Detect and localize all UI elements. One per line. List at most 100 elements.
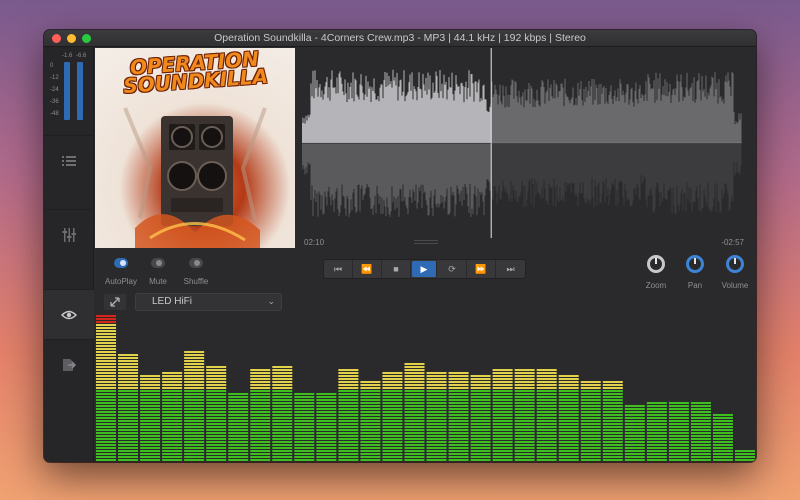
led-segment bbox=[558, 381, 579, 383]
sidebar-item-playlist[interactable] bbox=[44, 135, 94, 185]
led-segment bbox=[624, 435, 645, 437]
led-segment bbox=[206, 399, 227, 401]
led-segment bbox=[294, 426, 315, 428]
led-segment bbox=[272, 414, 293, 416]
led-segment bbox=[250, 372, 271, 374]
led-segment bbox=[426, 426, 447, 428]
led-segment bbox=[426, 441, 447, 443]
mute-toggle[interactable]: Mute bbox=[138, 258, 178, 289]
led-segment bbox=[338, 420, 359, 422]
waveform-graph[interactable] bbox=[301, 48, 742, 238]
stop-button[interactable]: ■ bbox=[382, 260, 411, 278]
sidebar-item-equalizer[interactable] bbox=[44, 209, 94, 259]
led-segment bbox=[96, 336, 117, 338]
mute-switch[interactable] bbox=[151, 258, 165, 268]
led-segment bbox=[690, 456, 711, 458]
led-segment bbox=[294, 405, 315, 407]
title-bar[interactable]: Operation Soundkilla - 4Corners Crew.mp3… bbox=[44, 30, 756, 47]
play-button[interactable]: ▶ bbox=[412, 261, 437, 277]
visualizer-panel: LED HiFi ⌄ bbox=[95, 292, 756, 462]
led-segment bbox=[118, 456, 139, 458]
led-segment bbox=[272, 366, 293, 368]
led-segment bbox=[426, 393, 447, 395]
led-segment bbox=[712, 426, 733, 428]
led-segment bbox=[580, 423, 601, 425]
fullscreen-button[interactable] bbox=[104, 294, 126, 310]
led-segment bbox=[404, 411, 425, 413]
led-segment bbox=[602, 444, 623, 446]
skip-forward-button[interactable]: ⏭ bbox=[496, 260, 525, 278]
led-segment bbox=[448, 420, 469, 422]
led-segment bbox=[470, 453, 491, 455]
led-segment bbox=[96, 378, 117, 380]
led-segment bbox=[96, 402, 117, 404]
led-segment bbox=[470, 411, 491, 413]
shuffle-toggle[interactable]: Shuffle bbox=[176, 258, 216, 289]
led-segment bbox=[470, 447, 491, 449]
led-segment bbox=[118, 426, 139, 428]
led-segment bbox=[492, 384, 513, 386]
led-segment bbox=[250, 441, 271, 443]
skip-back-button[interactable]: ⏮ bbox=[324, 260, 353, 278]
led-segment bbox=[206, 384, 227, 386]
sidebar-item-visualizer[interactable] bbox=[44, 289, 94, 339]
led-segment bbox=[536, 420, 557, 422]
pan-knob[interactable] bbox=[686, 255, 704, 273]
led-segment bbox=[338, 414, 359, 416]
autoplay-toggle[interactable]: AutoPlay bbox=[101, 258, 141, 289]
led-segment bbox=[272, 405, 293, 407]
autoplay-switch[interactable] bbox=[114, 258, 128, 268]
led-segment bbox=[118, 423, 139, 425]
led-segment bbox=[338, 417, 359, 419]
resize-grip[interactable] bbox=[414, 240, 438, 244]
led-segment bbox=[426, 375, 447, 377]
sidebar-item-export[interactable] bbox=[44, 339, 94, 389]
led-segment bbox=[602, 390, 623, 392]
led-segment bbox=[294, 441, 315, 443]
spectrum-band bbox=[514, 369, 535, 461]
volume-control[interactable]: Volume bbox=[715, 255, 755, 293]
led-segment bbox=[646, 405, 667, 407]
led-segment bbox=[162, 381, 183, 383]
rewind-icon: ⏪ bbox=[361, 263, 373, 274]
led-segment bbox=[316, 399, 337, 401]
led-segment bbox=[294, 450, 315, 452]
led-segment bbox=[514, 375, 535, 377]
repeat-button[interactable]: ⟳ bbox=[438, 260, 467, 278]
rewind-button[interactable]: ⏪ bbox=[353, 260, 382, 278]
led-segment bbox=[228, 459, 249, 461]
led-segment bbox=[470, 393, 491, 395]
volume-knob[interactable] bbox=[726, 255, 744, 273]
spectrum-band bbox=[690, 402, 711, 461]
led-segment bbox=[514, 420, 535, 422]
led-segment bbox=[426, 384, 447, 386]
fast-forward-button[interactable]: ⏩ bbox=[467, 260, 496, 278]
led-segment bbox=[250, 381, 271, 383]
led-segment bbox=[184, 420, 205, 422]
led-segment bbox=[184, 399, 205, 401]
led-segment bbox=[470, 405, 491, 407]
led-segment bbox=[316, 435, 337, 437]
led-segment bbox=[426, 414, 447, 416]
waveform[interactable] bbox=[301, 48, 742, 248]
peak-segment bbox=[96, 318, 117, 320]
led-segment bbox=[404, 369, 425, 371]
led-segment bbox=[140, 444, 161, 446]
led-segment bbox=[118, 360, 139, 362]
zoom-control[interactable]: Zoom bbox=[636, 255, 676, 293]
shuffle-switch[interactable] bbox=[189, 258, 203, 268]
led-segment bbox=[162, 375, 183, 377]
pan-control[interactable]: Pan bbox=[675, 255, 715, 293]
led-segment bbox=[426, 438, 447, 440]
led-segment bbox=[624, 429, 645, 431]
led-segment bbox=[536, 435, 557, 437]
led-segment bbox=[316, 429, 337, 431]
led-segment bbox=[404, 456, 425, 458]
led-segment bbox=[404, 423, 425, 425]
led-segment bbox=[162, 444, 183, 446]
led-segment bbox=[140, 375, 161, 377]
led-segment bbox=[470, 381, 491, 383]
led-segment bbox=[250, 426, 271, 428]
visualizer-mode-select[interactable]: LED HiFi ⌄ bbox=[135, 293, 282, 311]
zoom-knob[interactable] bbox=[647, 255, 665, 273]
